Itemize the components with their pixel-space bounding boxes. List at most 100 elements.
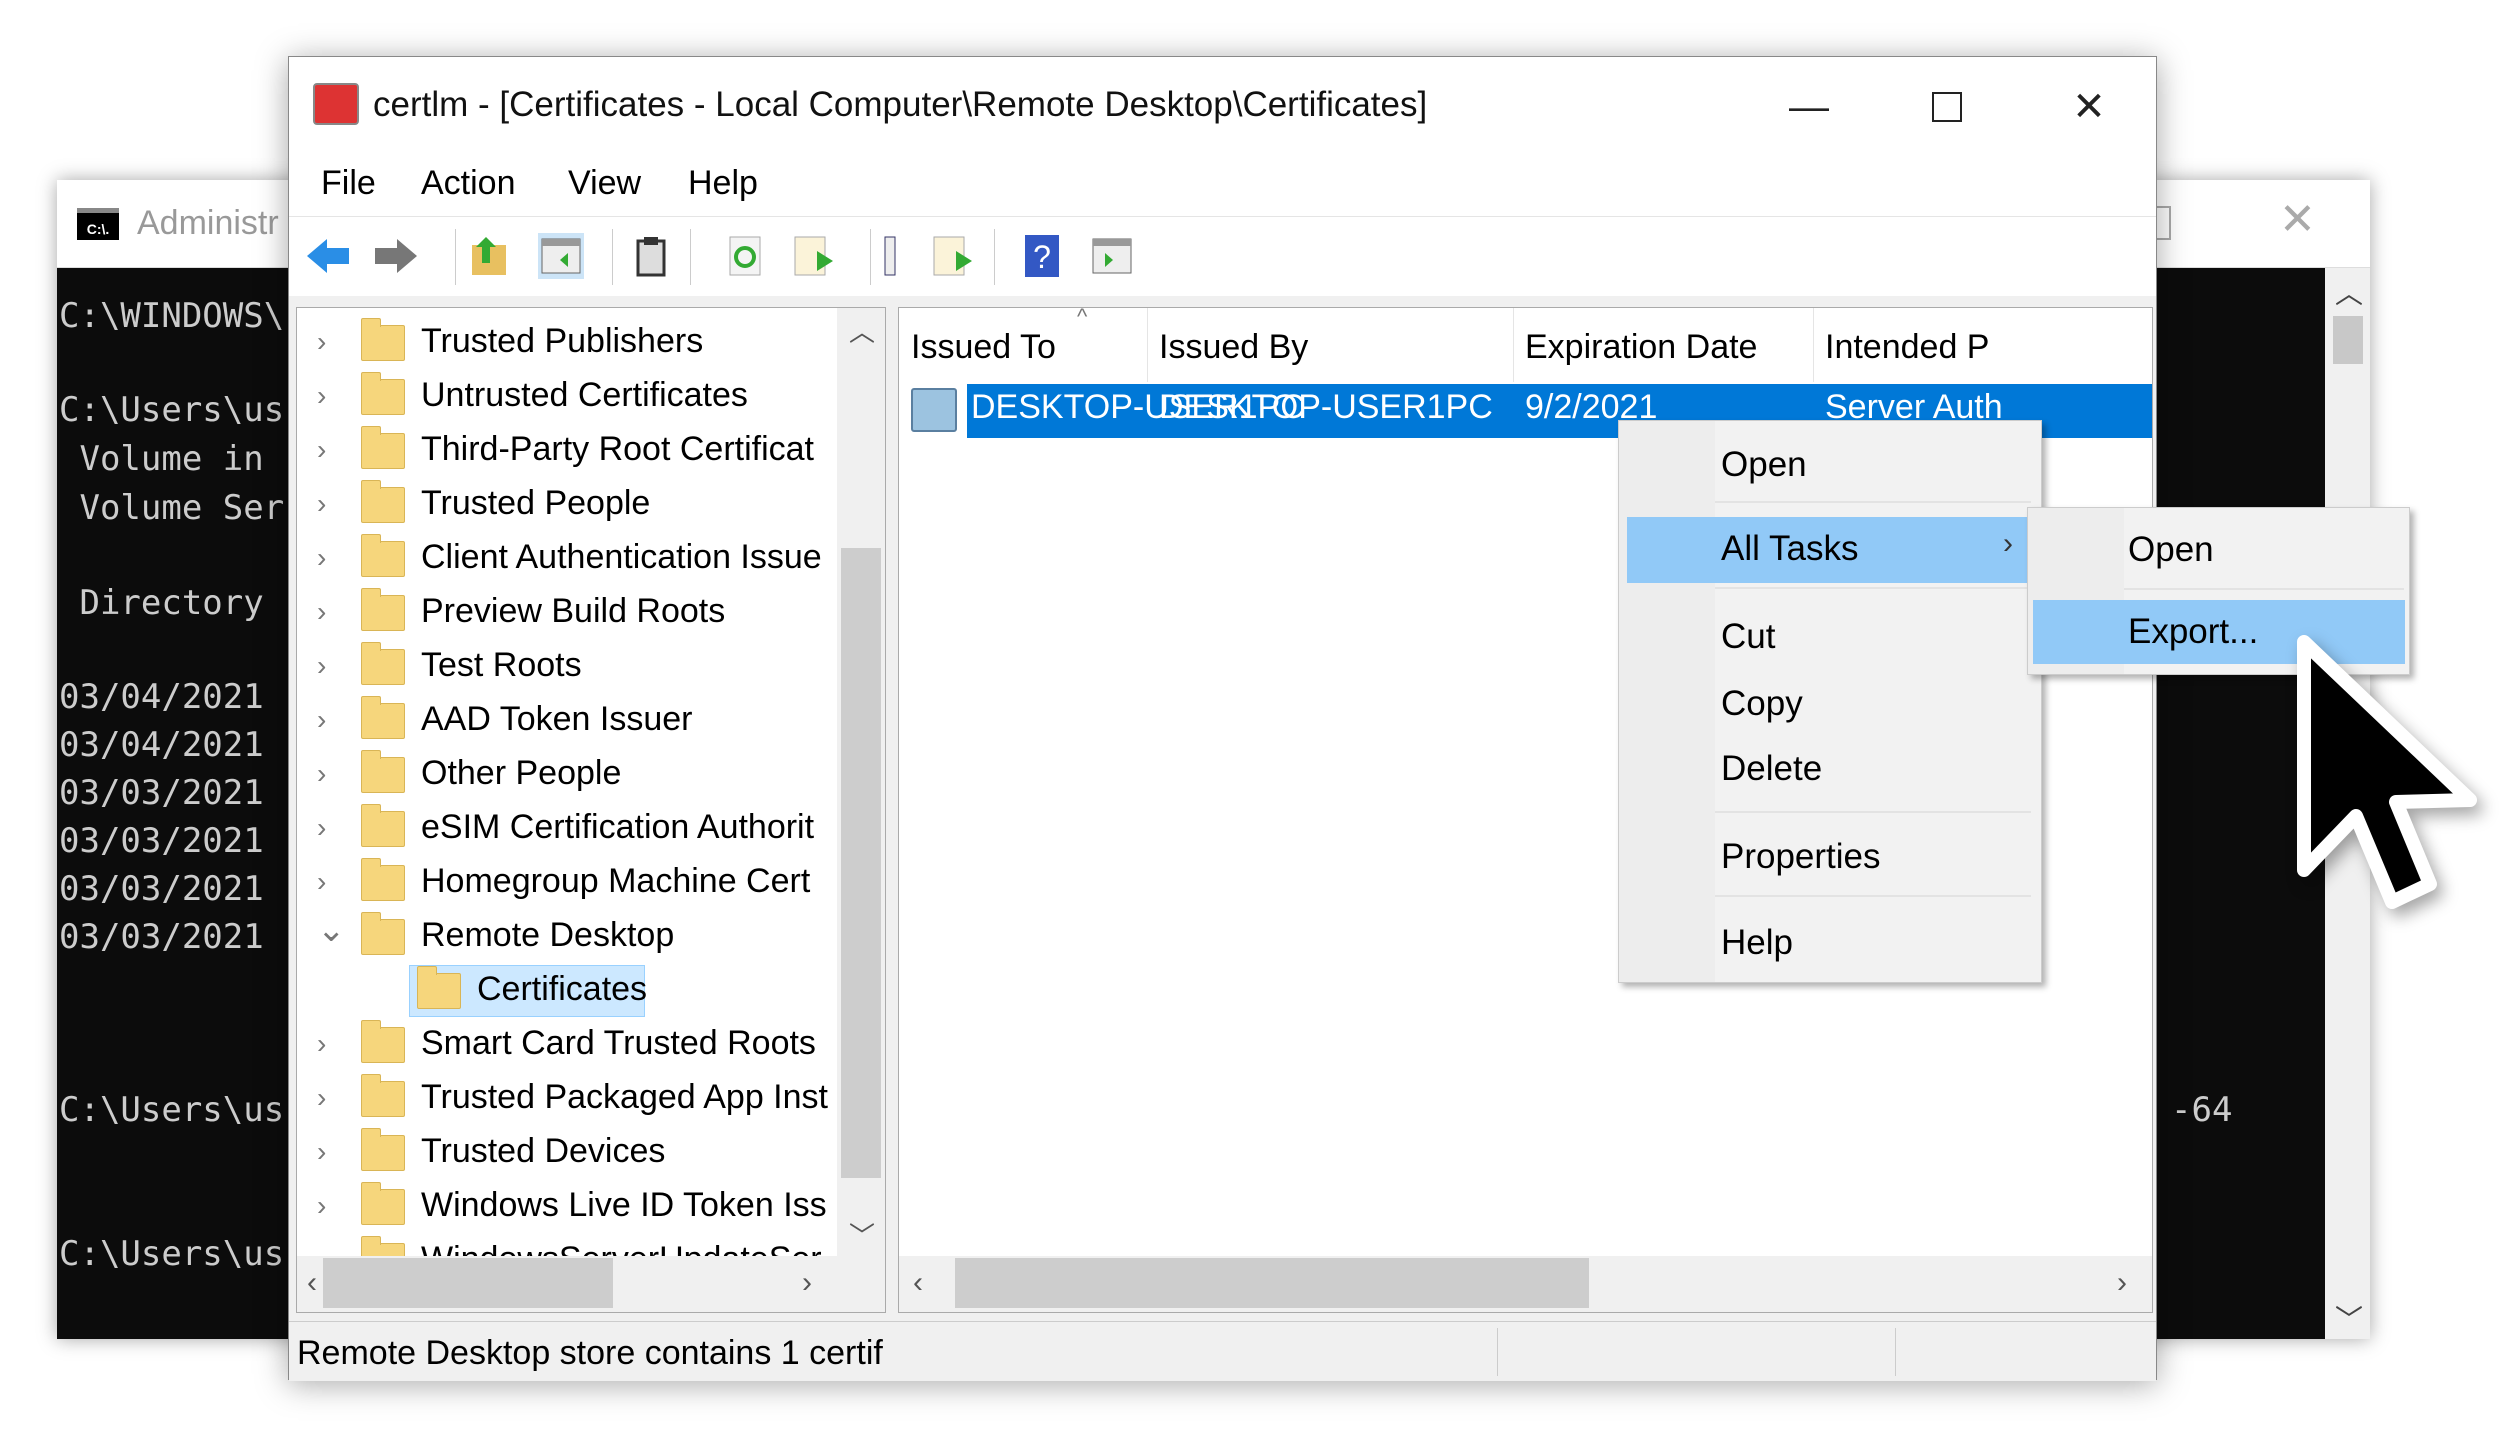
action-pane-icon[interactable] [1089,233,1135,279]
menu-item-all-tasks[interactable]: All Tasks › [1627,517,2041,583]
scroll-right-icon[interactable]: › [2117,1266,2127,1300]
expand-chevron-icon[interactable]: › [317,1028,326,1060]
submenu-chevron-icon: › [2003,527,2013,560]
tree-item[interactable]: › Test Roots [297,640,837,694]
expand-chevron-icon[interactable]: › [317,704,326,736]
tree-item-label: Remote Desktop [421,916,675,954]
menu-item-cut[interactable]: Cut [1619,607,2041,667]
expand-chevron-icon[interactable]: › [317,866,326,898]
tree-item[interactable]: Certificates [297,964,837,1018]
tree-item[interactable]: › Trusted People [297,478,837,532]
tree-item[interactable]: ⌄ Remote Desktop [297,910,837,964]
expand-chevron-icon[interactable]: › [317,650,326,682]
menu-item-copy[interactable]: Copy [1619,674,2041,734]
collapse-chevron-icon[interactable]: ⌄ [317,910,346,950]
forward-arrow-icon[interactable] [373,233,419,279]
expand-chevron-icon[interactable]: › [317,488,326,520]
tree-item[interactable]: › Homegroup Machine Cert [297,856,837,910]
column-expiration-date[interactable]: Expiration Date [1525,328,1757,367]
sort-ascending-icon: ^ [1077,307,1088,329]
column-issued-by[interactable]: Issued By [1159,328,1308,367]
expand-chevron-icon[interactable]: › [317,596,326,628]
export-list-icon[interactable] [789,233,835,279]
menu-help[interactable]: Help [688,164,758,203]
help-icon[interactable]: ? [1019,233,1065,279]
tree-item[interactable]: › Trusted Publishers [297,316,837,370]
menu-item-delete[interactable]: Delete [1619,739,2041,799]
tree-item[interactable]: › Smart Card Trusted Roots [297,1018,837,1072]
tree-pane[interactable]: › Trusted Publishers › Untrusted Certificat… [296,307,886,1313]
tree-item-label: AAD Token Issuer [421,700,693,738]
cmd-close-button[interactable]: ✕ [2279,194,2316,245]
toolbar-separator [612,229,613,285]
tree-item-label: Other People [421,754,622,792]
tree-item[interactable]: › Trusted Packaged App Inst [297,1072,837,1126]
tree-item[interactable]: › Third-Party Root Certificat [297,424,837,478]
expand-chevron-icon[interactable]: › [317,1136,326,1168]
scroll-thumb[interactable] [2333,316,2363,364]
menu-view[interactable]: View [568,164,641,203]
tree-item[interactable]: › Preview Build Roots [297,586,837,640]
expand-chevron-icon[interactable]: › [317,758,326,790]
tree-horizontal-scrollbar[interactable]: ‹ › [297,1256,885,1312]
folder-icon [361,858,405,901]
scroll-thumb[interactable] [955,1258,1589,1308]
cmd-text: 03/03/2021 [59,821,264,861]
tree-item[interactable]: › Trusted Devices [297,1126,837,1180]
column-issued-to[interactable]: Issued To [911,328,1056,367]
menu-file[interactable]: File [321,164,376,203]
tree-item[interactable]: › AAD Token Issuer [297,694,837,748]
close-button[interactable]: ✕ [2059,77,2119,137]
expand-chevron-icon[interactable]: › [317,1082,326,1114]
properties-icon[interactable] [871,233,917,279]
expand-chevron-icon[interactable]: › [317,1190,326,1222]
folder-icon [361,318,405,361]
tree-item[interactable]: › eSIM Certification Authorit [297,802,837,856]
back-arrow-icon[interactable] [305,233,351,279]
scroll-thumb[interactable] [323,1258,613,1308]
expand-chevron-icon[interactable]: › [317,380,326,412]
status-bar: Remote Desktop store contains 1 certif [289,1321,2156,1381]
refresh-icon[interactable] [722,233,768,279]
submenu-item-open[interactable]: Open [2028,520,2409,580]
scroll-left-icon[interactable]: ‹ [913,1266,923,1300]
menu-item-open[interactable]: Open [1619,435,2041,495]
tree-item-label: Smart Card Trusted Roots [421,1024,816,1062]
status-text: Remote Desktop store contains 1 certif [297,1334,883,1372]
titlebar[interactable]: certlm - [Certificates - Local Computer\… [289,57,2156,152]
tree-item[interactable]: › Windows Live ID Token Iss [297,1180,837,1234]
tree-item-label: eSIM Certification Authorit [421,808,815,846]
folder-icon [361,1128,405,1171]
tree-vertical-scrollbar[interactable]: ︿ ﹀ [837,308,885,1256]
expand-chevron-icon[interactable]: › [317,812,326,844]
scroll-down-icon[interactable]: ﹀ [2335,1298,2363,1338]
menu-item-properties[interactable]: Properties [1619,827,2041,887]
up-folder-icon[interactable] [466,233,512,279]
scroll-down-icon[interactable]: ﹀ [849,1216,875,1253]
cmd-maximize-button[interactable] [2157,206,2171,240]
show-hide-tree-icon[interactable] [538,233,584,279]
expand-chevron-icon[interactable]: › [317,542,326,574]
tree-item[interactable]: › Other People [297,748,837,802]
menu-item-help[interactable]: Help [1619,913,2041,973]
list-horizontal-scrollbar[interactable]: ‹ › [899,1256,2152,1312]
certlm-app-icon [313,83,359,125]
folder-icon [361,1074,405,1117]
menu-action[interactable]: Action [421,164,516,203]
scroll-up-icon[interactable]: ︿ [2335,272,2363,312]
scroll-right-icon[interactable]: › [802,1266,812,1300]
expand-chevron-icon[interactable]: › [317,434,326,466]
scroll-thumb[interactable] [841,548,881,1178]
minimize-button[interactable]: — [1779,77,1839,137]
scroll-up-icon[interactable]: ︿ [849,312,875,349]
scroll-left-icon[interactable]: ‹ [307,1266,317,1300]
tree-item[interactable]: › Client Authentication Issue [297,532,837,586]
folder-icon [361,750,405,793]
column-intended-purposes[interactable]: Intended P [1825,328,1989,367]
clipboard-icon[interactable] [628,233,674,279]
expand-chevron-icon[interactable]: › [317,326,326,358]
export-icon[interactable] [928,233,974,279]
maximize-button[interactable] [1917,77,1977,137]
tree-item[interactable]: › Untrusted Certificates [297,370,837,424]
cmd-text: 03/03/2021 [59,869,264,909]
